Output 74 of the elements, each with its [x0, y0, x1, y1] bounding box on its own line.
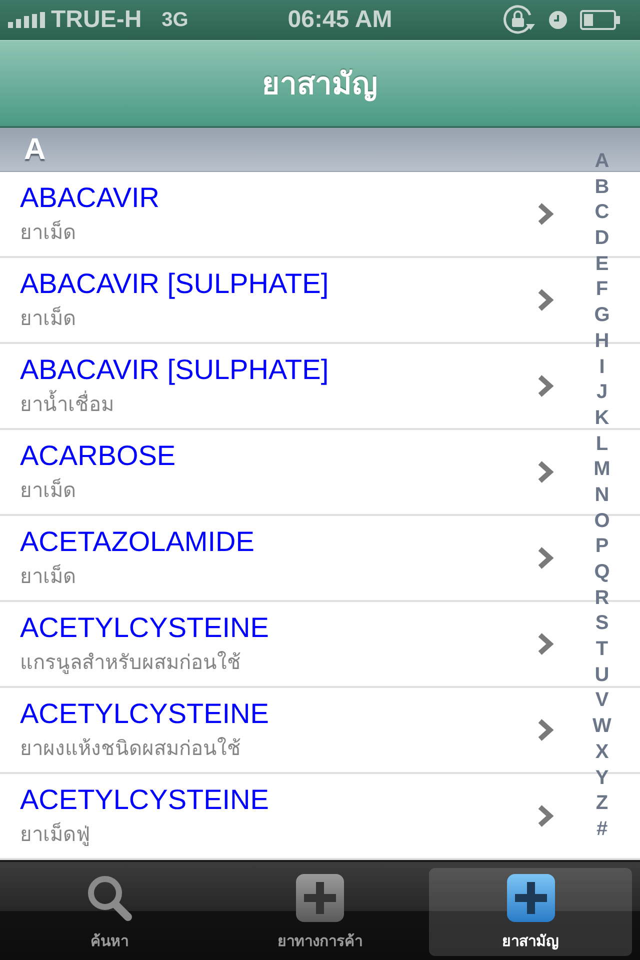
- index-letter[interactable]: N: [594, 484, 610, 506]
- chevron-icon: [537, 546, 555, 570]
- plus-box-icon: [296, 874, 344, 922]
- chevron-icon: [537, 804, 555, 828]
- index-letter[interactable]: V: [595, 689, 609, 712]
- index-letter[interactable]: A: [594, 150, 610, 172]
- chevron-icon: [537, 202, 555, 226]
- drug-form: ยาเม็ดฟู่: [20, 821, 90, 848]
- index-letter[interactable]: G: [594, 304, 610, 326]
- chevron-icon: [537, 632, 555, 656]
- index-letter[interactable]: Y: [595, 766, 609, 788]
- index-letter[interactable]: F: [596, 278, 608, 300]
- index-letter[interactable]: L: [596, 432, 608, 455]
- chevron-icon: [537, 460, 555, 484]
- tab-item[interactable]: ค้นหา: [8, 868, 211, 956]
- drug-row[interactable]: ACETYLCYSTEINE ยาเม็ดฟู่: [0, 774, 580, 858]
- index-letter[interactable]: S: [595, 612, 609, 634]
- plus-box-icon: [506, 874, 555, 922]
- drug-row[interactable]: ACETYLCYSTEINE ยาผงแห้งชนิดผสมก่อนใช้: [0, 688, 580, 772]
- index-letter[interactable]: #: [596, 818, 608, 840]
- chevron-icon: [537, 718, 555, 742]
- rotation-lock-icon: [502, 4, 536, 36]
- drug-form: ยาเม็ด: [20, 219, 76, 246]
- drug-name: ABACAVIR [SULPHATE]: [20, 353, 329, 387]
- index-letter[interactable]: W: [592, 715, 612, 738]
- drug-form: ยาเม็ด: [20, 305, 76, 332]
- index-letter[interactable]: U: [594, 664, 610, 686]
- drug-name: ABACAVIR: [20, 181, 160, 215]
- drug-row[interactable]: ACARBOSE ยาเม็ด: [0, 430, 580, 514]
- drug-name: ACETAZOLAMIDE: [20, 525, 254, 559]
- tab-item[interactable]: ยาสามัญ: [429, 868, 632, 956]
- drug-name: ACETYLCYSTEINE: [20, 697, 269, 731]
- index-letter[interactable]: H: [594, 330, 610, 352]
- drug-row[interactable]: ABACAVIR ยาเม็ด: [0, 172, 580, 256]
- index-letter[interactable]: K: [594, 406, 610, 429]
- drug-row[interactable]: ACETAZOLAMIDE ยาเม็ด: [0, 516, 580, 600]
- index-letter[interactable]: C: [594, 201, 610, 224]
- drug-row[interactable]: ABACAVIR [SULPHATE] ยาเม็ด: [0, 258, 580, 342]
- drug-name: ACARBOSE: [20, 439, 176, 473]
- index-letter[interactable]: Q: [594, 561, 610, 583]
- network-type: 3G: [162, 8, 188, 32]
- drug-form: ยาน้ำเชื่อม: [20, 389, 114, 419]
- signal-icon: [8, 12, 45, 28]
- drug-row[interactable]: ACETYLCYSTEINE แกรนูลสำหรับผสมก่อนใช้: [0, 602, 580, 686]
- drug-form: แกรนูลสำหรับผสมก่อนใช้: [20, 649, 241, 676]
- index-letter[interactable]: D: [594, 227, 610, 250]
- carrier-name: TRUE-H: [51, 6, 142, 34]
- index-letter[interactable]: X: [595, 740, 609, 763]
- drug-form: ยาเม็ด: [20, 477, 76, 504]
- index-letter[interactable]: O: [594, 510, 610, 532]
- index-letter[interactable]: R: [594, 586, 610, 609]
- index-letter[interactable]: P: [595, 535, 609, 558]
- drug-form: ยาเม็ด: [20, 563, 76, 590]
- chevron-icon: [537, 374, 555, 398]
- tab-item[interactable]: ยาทางการค้า: [218, 868, 422, 956]
- index-letter[interactable]: I: [599, 356, 605, 378]
- battery-icon: [580, 10, 620, 30]
- drug-name: ACETYLCYSTEINE: [20, 611, 269, 645]
- index-letter[interactable]: Z: [596, 792, 608, 814]
- drug-name: ACETYLCYSTEINE: [20, 783, 269, 817]
- status-time: 06:45 AM: [288, 6, 392, 34]
- drug-form: ยาผงแห้งชนิดผสมก่อนใช้: [20, 735, 241, 762]
- clock-icon: [548, 11, 567, 29]
- section-letter: A: [24, 133, 46, 167]
- drug-name: ABACAVIR [SULPHATE]: [20, 267, 329, 301]
- index-letter[interactable]: M: [594, 458, 610, 480]
- navigation-title: ยาสามัญ: [262, 66, 378, 104]
- drug-row[interactable]: ABACAVIR [SULPHATE] ยาน้ำเชื่อม: [0, 344, 580, 428]
- index-letter[interactable]: B: [594, 176, 610, 198]
- index-letter[interactable]: T: [596, 638, 608, 660]
- index-letter[interactable]: J: [596, 381, 608, 404]
- index-letter[interactable]: E: [595, 252, 609, 275]
- chevron-icon: [537, 288, 555, 312]
- search-icon: [85, 874, 134, 922]
